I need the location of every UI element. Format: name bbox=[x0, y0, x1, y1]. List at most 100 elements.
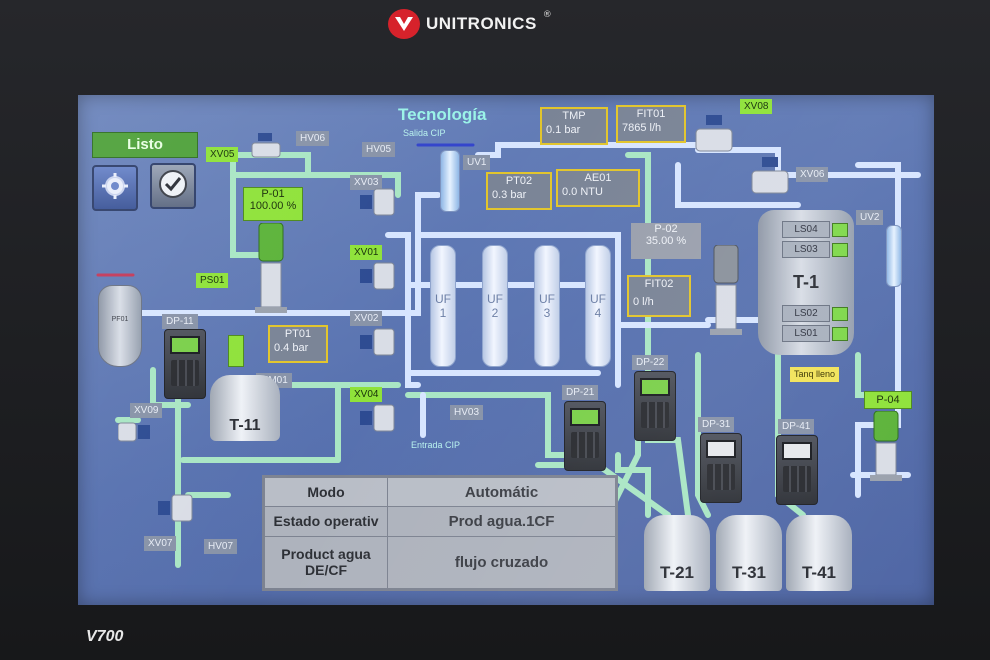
valve-tag-xv07[interactable]: XV07 bbox=[144, 536, 177, 551]
tank-t11[interactable]: T-11 bbox=[210, 375, 280, 441]
operating-state-value[interactable]: Prod agua.1CF bbox=[387, 506, 616, 537]
dp22-tag: DP-22 bbox=[632, 355, 669, 370]
valve-tag-xv08[interactable]: XV08 bbox=[740, 99, 773, 114]
pump-p02-value: 35.00 % bbox=[645, 235, 687, 247]
valve-tag-xv01[interactable]: XV01 bbox=[350, 245, 383, 260]
product-water-label: Product agua DE/CF bbox=[264, 535, 388, 590]
uf-filter-1-label: UF bbox=[435, 292, 451, 306]
valve-tag-xv09[interactable]: XV09 bbox=[130, 403, 163, 418]
hmi-screen: Tecnología Salida CIP Entrada CIP Listo … bbox=[78, 95, 934, 605]
valve-tag-xv02[interactable]: XV02 bbox=[350, 311, 383, 326]
ls01-label: LS01 bbox=[782, 325, 830, 342]
uf-filter-1[interactable]: UF 1 bbox=[430, 245, 456, 367]
settings-button[interactable] bbox=[92, 165, 138, 211]
unitronics-logo-icon bbox=[388, 9, 420, 39]
valve-tag-hv07[interactable]: HV07 bbox=[204, 539, 238, 554]
uf-filter-3-number: 3 bbox=[543, 306, 551, 320]
confirm-button[interactable] bbox=[150, 163, 196, 209]
product-water-row: Product agua DE/CF flujo cruzado bbox=[264, 535, 616, 590]
pt01-value: 0.4 bar bbox=[274, 342, 309, 354]
valve-xv09-icon[interactable] bbox=[117, 417, 154, 447]
uf-filter-4[interactable]: UF 4 bbox=[585, 245, 611, 367]
pt02-display: PT02 0.3 bar bbox=[486, 172, 552, 210]
uv2-tag: UV2 bbox=[856, 210, 884, 225]
product-water-value[interactable]: flujo cruzado bbox=[387, 535, 616, 590]
valve-xv06-icon[interactable] bbox=[746, 157, 794, 197]
ls02-label: LS02 bbox=[782, 305, 830, 322]
uf-filter-4-number: 4 bbox=[594, 306, 602, 320]
pump-p02-label: P-02 bbox=[654, 223, 678, 235]
uf-filter-2-label: UF bbox=[487, 292, 503, 306]
check-icon bbox=[158, 169, 188, 203]
valve-xv08-icon[interactable] bbox=[690, 115, 738, 155]
mode-value[interactable]: Automátic bbox=[387, 477, 616, 507]
dosing-pump-dp22[interactable] bbox=[634, 371, 676, 441]
tank-t21[interactable]: T-21 bbox=[644, 515, 710, 591]
uf-filter-4-label: UF bbox=[590, 292, 606, 306]
ls03-label: LS03 bbox=[782, 241, 830, 258]
valve-tag-xv05[interactable]: XV05 bbox=[206, 147, 239, 162]
mode-row: Modo Automátic bbox=[264, 477, 616, 507]
valve-tag-hv06[interactable]: HV06 bbox=[296, 131, 330, 146]
tank-t21-label: T-21 bbox=[659, 563, 695, 582]
dosing-pump-dp21[interactable] bbox=[564, 401, 606, 471]
uv2-lamp bbox=[886, 225, 902, 287]
valve-xv03-icon[interactable] bbox=[360, 187, 396, 217]
fit01-value: 7865 l/h bbox=[622, 122, 662, 134]
pump-p02-icon[interactable] bbox=[708, 244, 744, 335]
prefilter-label: PF01 bbox=[111, 316, 129, 323]
valve-xv07-icon[interactable] bbox=[158, 493, 194, 523]
tmp-label: TMP bbox=[562, 110, 586, 122]
pt01-display: PT01 0.4 bar bbox=[268, 325, 328, 363]
ls04-label: LS04 bbox=[782, 221, 830, 238]
dp11-tag: DP-11 bbox=[162, 314, 198, 329]
ls01-indicator bbox=[832, 327, 848, 341]
operating-state-row: Estado operativ Prod agua.1CF bbox=[264, 506, 616, 537]
tank-t31[interactable]: T-31 bbox=[716, 515, 782, 591]
dp21-tag: DP-21 bbox=[562, 385, 599, 400]
salida-cip-label: Salida CIP bbox=[403, 128, 446, 138]
valve-xv05-icon[interactable] bbox=[248, 133, 284, 159]
valve-xv04-icon[interactable] bbox=[360, 403, 396, 433]
uf-filter-2-number: 2 bbox=[491, 306, 499, 320]
dosing-pump-dp31[interactable] bbox=[700, 433, 742, 503]
mode-label: Modo bbox=[264, 477, 388, 507]
pump-p01-display[interactable]: P-01 100.00 % bbox=[243, 187, 303, 221]
pump-p01-value: 100.00 % bbox=[249, 200, 297, 212]
pump-p01-label: P-01 bbox=[261, 188, 285, 200]
uf-filter-3[interactable]: UF 3 bbox=[534, 245, 560, 367]
valve-tag-xv06[interactable]: XV06 bbox=[796, 167, 829, 182]
valve-xv01-icon[interactable] bbox=[360, 261, 396, 291]
uv1-lamp bbox=[440, 150, 460, 212]
dosing-pump-dp41[interactable] bbox=[776, 435, 818, 505]
dosing-pump-dp11[interactable] bbox=[164, 329, 206, 399]
ae01-display: AE01 0.0 NTU bbox=[556, 169, 640, 207]
operating-state-label: Estado operativ bbox=[264, 506, 388, 537]
tank-t1-label: T-1 bbox=[792, 272, 819, 292]
valve-tag-hv03[interactable]: HV03 bbox=[450, 405, 484, 420]
fit01-display: FIT01 7865 l/h bbox=[616, 105, 686, 143]
dp41-tag: DP-41 bbox=[778, 419, 815, 434]
prefilter-pf01[interactable]: PF01 bbox=[98, 285, 142, 367]
pump-p01-icon[interactable] bbox=[253, 222, 289, 313]
pump-p04-icon[interactable] bbox=[868, 410, 904, 481]
tank-t41[interactable]: T-41 bbox=[786, 515, 852, 591]
status-listo: Listo bbox=[92, 132, 198, 158]
ae01-label: AE01 bbox=[584, 172, 612, 184]
valve-tag-xv04[interactable]: XV04 bbox=[350, 387, 383, 402]
ls04-indicator bbox=[832, 223, 848, 237]
valve-tag-hv05[interactable]: HV05 bbox=[362, 142, 396, 157]
tank-t11-label: T-11 bbox=[229, 417, 261, 434]
ps01-tag: PS01 bbox=[196, 273, 229, 288]
fit01-label: FIT01 bbox=[636, 108, 666, 120]
pump-p02-display[interactable]: P-02 35.00 % bbox=[631, 223, 701, 259]
brand-name: UNITRONICS bbox=[426, 14, 537, 33]
pump-p04-label[interactable]: P-04 bbox=[864, 391, 912, 409]
ls02-indicator bbox=[832, 307, 848, 321]
brand-logo: UNITRONICS ® bbox=[388, 8, 552, 40]
tank-full-indicator: Tanq lleno bbox=[790, 367, 840, 382]
valve-xv02-icon[interactable] bbox=[360, 327, 396, 357]
uf-filter-2[interactable]: UF 2 bbox=[482, 245, 508, 367]
uv1-tag: UV1 bbox=[463, 155, 491, 170]
entrada-cip-label: Entrada CIP bbox=[411, 440, 461, 450]
